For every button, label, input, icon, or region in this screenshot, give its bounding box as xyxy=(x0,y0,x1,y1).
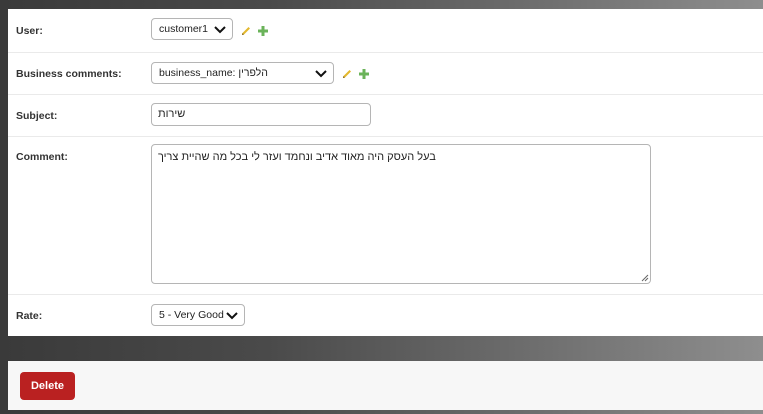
user-select-value: customer1 xyxy=(159,23,209,35)
business-comments-label: Business comments: xyxy=(16,68,122,80)
chevron-down-icon xyxy=(226,312,238,320)
chevron-down-icon xyxy=(315,70,327,78)
submit-row: Delete xyxy=(8,361,763,410)
subject-input[interactable]: שירות xyxy=(151,103,371,126)
business-comments-select-value: business_name: הלפרין xyxy=(159,67,268,79)
user-label: User: xyxy=(16,25,43,37)
rate-select[interactable]: 5 - Very Good xyxy=(151,304,245,326)
chevron-down-icon xyxy=(214,26,226,34)
user-select[interactable]: customer1 xyxy=(151,18,233,40)
rate-label: Rate: xyxy=(16,310,43,322)
plus-icon[interactable] xyxy=(358,68,370,80)
comment-label: Comment: xyxy=(16,151,68,163)
rate-select-value: 5 - Very Good xyxy=(159,309,224,321)
plus-icon[interactable] xyxy=(257,25,269,37)
form-row-business-comments: Business comments: business_name: הלפרין xyxy=(8,52,763,95)
subject-label: Subject: xyxy=(16,110,58,122)
form-row-user: User: customer1 xyxy=(8,9,763,53)
form-row-subject: Subject: שירות xyxy=(8,94,763,137)
pencil-icon[interactable] xyxy=(240,25,252,37)
form-row-comment: Comment: בעל העסק היה מאוד אדיב ונחמד וע… xyxy=(8,136,763,295)
subject-input-value: שירות xyxy=(158,108,186,120)
pencil-icon[interactable] xyxy=(341,68,353,80)
change-form: User: customer1 Business comments: busin… xyxy=(8,9,763,336)
resize-grip-icon[interactable] xyxy=(641,274,649,282)
comment-textarea-value: בעל העסק היה מאוד אדיב ונחמד ועזר לי בכל… xyxy=(158,151,436,163)
delete-button[interactable]: Delete xyxy=(20,372,75,400)
business-comments-select[interactable]: business_name: הלפרין xyxy=(151,62,334,84)
comment-textarea[interactable]: בעל העסק היה מאוד אדיב ונחמד ועזר לי בכל… xyxy=(151,144,651,284)
form-row-rate: Rate: 5 - Very Good xyxy=(8,294,763,336)
